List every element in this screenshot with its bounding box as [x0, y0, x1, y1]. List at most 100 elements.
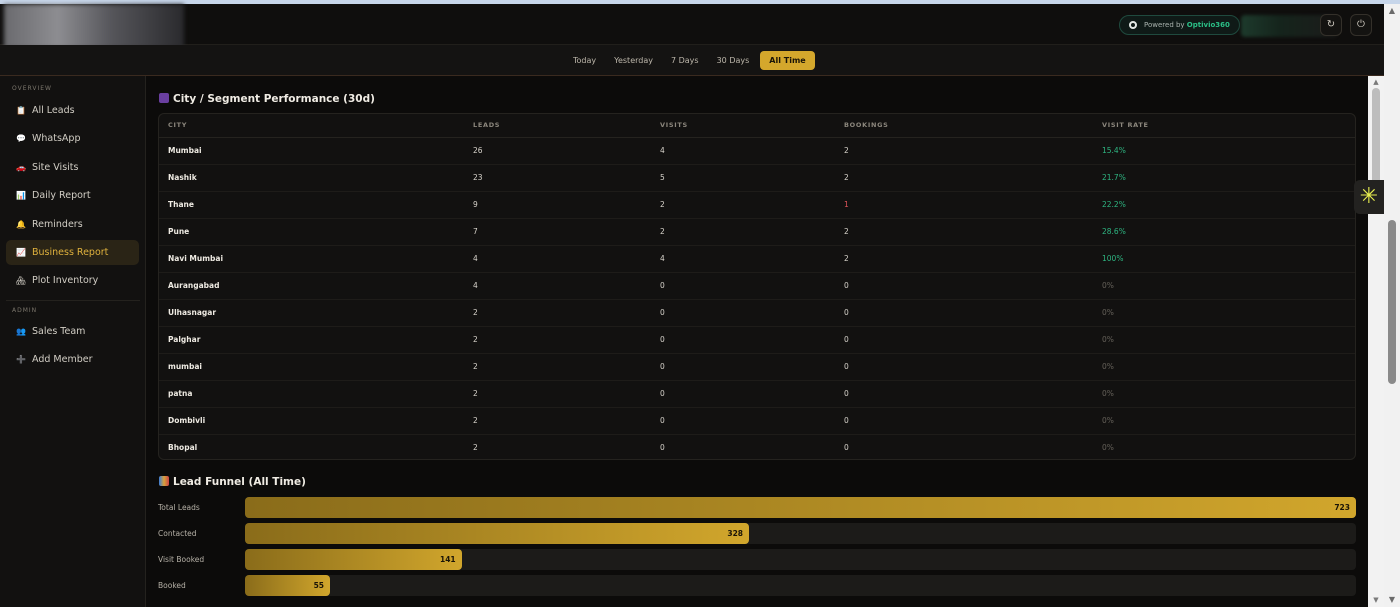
funnel-stage-label: Booked — [158, 581, 186, 590]
leads-cell: 2 — [464, 299, 651, 327]
leads-cell: 2 — [464, 353, 651, 381]
sidebar-item-add-member[interactable]: ➕ Add Member — [6, 347, 139, 372]
brand-logo[interactable] — [4, 4, 184, 48]
leads-cell: 23 — [464, 164, 651, 192]
sidebar-item-whatsapp[interactable]: 💬 WhatsApp — [6, 126, 139, 151]
sidebar-item-label: Add Member — [32, 354, 93, 366]
powered-by-badge: Powered by Optivio360 — [1119, 15, 1240, 35]
sidebar-section-overview: OVERVIEW — [12, 85, 52, 92]
power-icon: ⏻ — [1357, 19, 1365, 30]
visits-cell: 5 — [651, 164, 835, 192]
visits-cell: 0 — [651, 407, 835, 435]
sidebar-item-daily-report[interactable]: 📊 Daily Report — [6, 183, 139, 208]
table-row: Aurangabad 4 0 0 0% — [159, 272, 1355, 300]
funnel-stage-total-leads: Total Leads 723 — [158, 497, 1356, 518]
scroll-up-icon[interactable]: ▲ — [1371, 78, 1381, 86]
funnel-value: 141 — [440, 555, 456, 564]
refresh-icon: ↻ — [1326, 19, 1336, 30]
leads-cell: 2 — [464, 380, 651, 408]
sidebar-item-label: Reminders — [32, 218, 83, 230]
table-row: Pune 7 2 2 28.6% — [159, 218, 1355, 246]
funnel-bar: 55 — [245, 575, 330, 596]
city-cell: Mumbai — [159, 137, 464, 165]
table-row: Navi Mumbai 4 4 2 100% — [159, 245, 1355, 273]
bookings-cell: 0 — [844, 443, 849, 453]
funnel-stage-label: Total Leads — [158, 503, 200, 512]
logout-button[interactable]: ⏻ — [1350, 14, 1372, 36]
funnel-stage-visit-booked: Visit Booked 141 — [158, 549, 1356, 570]
column-header-visits: VISITS — [651, 114, 835, 138]
table-row: Thane 9 2 1 22.2% — [159, 191, 1355, 219]
sidebar-item-label: Business Report — [32, 247, 109, 258]
scroll-down-icon[interactable]: ▼ — [1371, 596, 1381, 604]
table-row: Ulhasnagar 2 0 0 0% — [159, 299, 1355, 327]
people-icon: 👥 — [16, 327, 26, 336]
visit-rate-cell: 0% — [1093, 299, 1355, 327]
content-scrollbar[interactable]: ▲ ▼ — [1368, 76, 1384, 607]
refresh-button[interactable]: ↻ — [1320, 14, 1342, 36]
funnel-bar: 141 — [245, 549, 462, 570]
bookings-cell: 0 — [835, 353, 1093, 381]
table-row: Mumbai 26 4 2 15.4% — [159, 137, 1355, 165]
column-header-leads: LEADS — [464, 114, 651, 138]
visits-cell: 2 — [651, 191, 835, 219]
city-cell: Palghar — [159, 326, 464, 354]
city-cell: Ulhasnagar — [159, 299, 464, 327]
leads-cell: 9 — [464, 191, 651, 219]
funnel-stage-booked: Booked 55 — [158, 575, 1356, 596]
floating-widget-button[interactable]: ✳ — [1354, 180, 1384, 214]
sidebar-item-sales-team[interactable]: 👥 Sales Team — [6, 319, 139, 344]
page-scrollbar[interactable]: ▲ ▼ — [1384, 4, 1400, 607]
date-tab-30-days[interactable]: 30 Days — [710, 51, 757, 70]
funnel-value: 723 — [1334, 503, 1350, 512]
page-scroll-down-icon[interactable]: ▼ — [1387, 595, 1397, 605]
column-header-city: CITY — [159, 114, 464, 138]
funnel-value: 328 — [727, 529, 744, 538]
sidebar-item-plot-inventory[interactable]: 🏘 Plot Inventory — [6, 268, 139, 293]
leads-cell: 26 — [464, 137, 651, 165]
bookings-cell: 2 — [835, 137, 1093, 165]
sidebar-item-label: All Leads — [32, 105, 75, 116]
bookings-cell: 0 — [835, 299, 1093, 327]
car-icon: 🚗 — [16, 162, 26, 172]
sidebar-item-business-report[interactable]: 📈 Business Report — [6, 240, 139, 265]
date-tab-all-time[interactable]: All Time — [760, 51, 815, 70]
date-tab-yesterday[interactable]: Yesterday — [607, 51, 660, 70]
sidebar-item-site-visits[interactable]: 🚗 Site Visits — [6, 155, 139, 180]
status-dot-icon — [1129, 21, 1137, 29]
sidebar-item-all-leads[interactable]: 📋 All Leads — [6, 98, 139, 123]
funnel-title: Lead Funnel (All Time) — [159, 476, 306, 488]
bookings-cell: 0 — [835, 407, 1093, 435]
visit-rate-cell: 0% — [1102, 443, 1114, 453]
table-header-row: CITY LEADS VISITS BOOKINGS VISIT RATE — [159, 114, 1355, 138]
date-filter-bar: Today Yesterday 7 Days 30 Days All Time — [0, 45, 1384, 76]
bookings-cell: 2 — [835, 218, 1093, 246]
leads-cell: 7 — [464, 218, 651, 246]
visits-cell: 4 — [651, 137, 835, 165]
leads-cell: 2 — [473, 443, 478, 453]
visit-rate-cell: 21.7% — [1093, 164, 1355, 192]
city-cell: Thane — [159, 191, 464, 219]
sidebar-item-label: Sales Team — [32, 326, 86, 337]
visits-cell: 0 — [651, 380, 835, 408]
sidebar-item-label: Daily Report — [32, 190, 91, 202]
funnel-value: 55 — [313, 581, 324, 590]
page-scroll-up-icon[interactable]: ▲ — [1387, 6, 1397, 16]
table-row: Palghar 2 0 0 0% — [159, 326, 1355, 354]
visits-cell: 0 — [651, 272, 835, 300]
funnel-bar: 328 — [245, 523, 750, 544]
sidebar-item-reminders[interactable]: 🔔 Reminders — [6, 212, 139, 237]
table-row: Nashik 23 5 2 21.7% — [159, 164, 1355, 192]
city-cell: Navi Mumbai — [159, 245, 464, 273]
top-bar: Powered by Optivio360 ↻ ⏻ — [0, 4, 1384, 48]
bookings-cell: 1 — [835, 191, 1093, 219]
date-tab-7-days[interactable]: 7 Days — [664, 51, 706, 70]
visits-cell: 0 — [651, 299, 835, 327]
date-tab-today[interactable]: Today — [566, 51, 603, 70]
page-scroll-thumb[interactable] — [1388, 220, 1396, 384]
visits-cell: 0 — [651, 326, 835, 354]
bell-icon: 🔔 — [16, 219, 26, 229]
city-cell: Dombivli — [159, 407, 464, 435]
table-row: Dombivli 2 0 0 0% — [159, 407, 1355, 435]
funnel-stage-contacted: Contacted 328 — [158, 523, 1356, 544]
